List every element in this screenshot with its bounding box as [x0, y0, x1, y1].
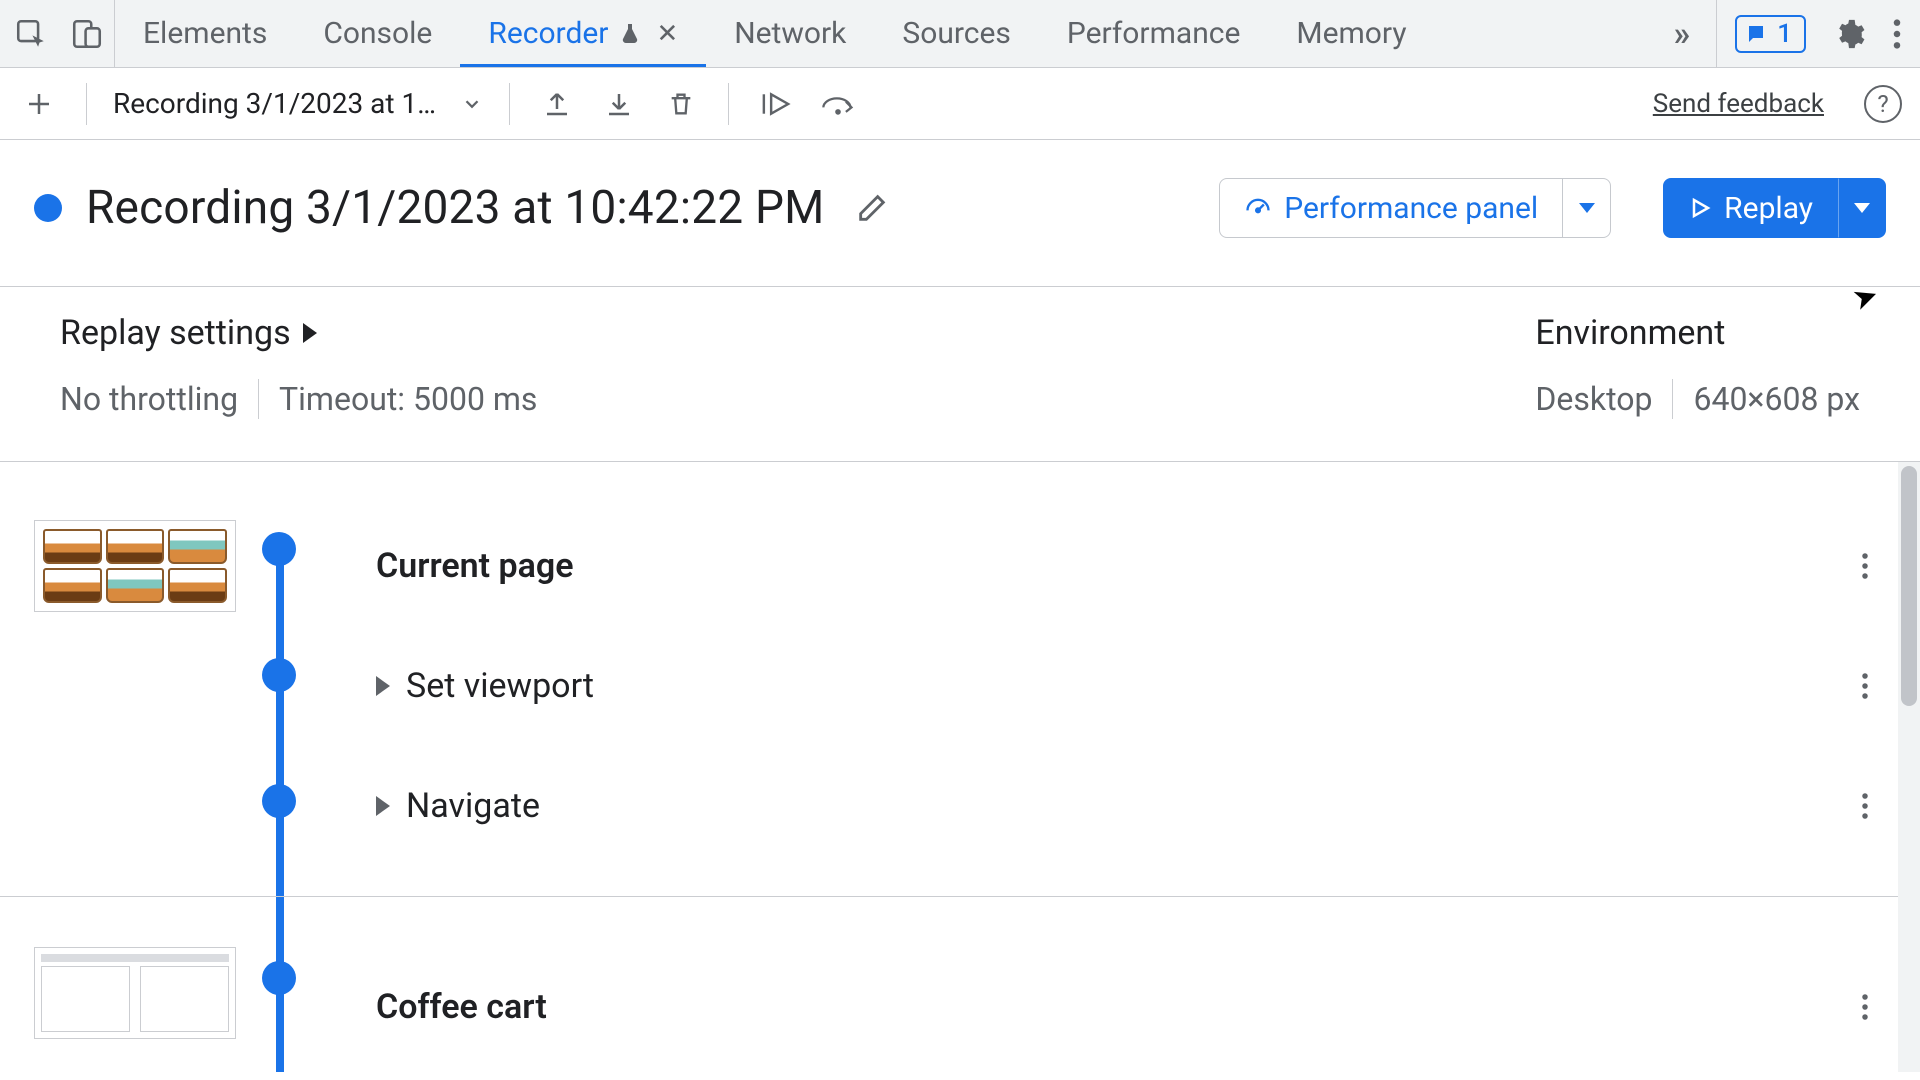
recorder-toolbar: Recording 3/1/2023 at 10… Send feedback … [0, 68, 1920, 140]
step-current-page[interactable]: Current page [300, 506, 1920, 626]
recording-title: Recording 3/1/2023 at 10:42:22 PM [86, 181, 825, 235]
chevron-right-icon [376, 796, 390, 816]
recording-selector[interactable]: Recording 3/1/2023 at 10… [113, 87, 483, 120]
step-block: Coffee cart [0, 897, 1920, 1072]
tab-recorder[interactable]: Recorder ✕ [460, 0, 706, 67]
flask-icon [618, 22, 642, 46]
step-coffee-cart[interactable]: Coffee cart [300, 947, 1920, 1067]
environment-values: Desktop 640×608 px [1535, 379, 1860, 419]
replay-dropdown[interactable] [1838, 178, 1886, 238]
environment-title: Environment [1535, 313, 1860, 353]
step-thumbnail[interactable] [34, 520, 236, 612]
settings-gear-icon[interactable] [1832, 17, 1866, 51]
tab-performance[interactable]: Performance [1039, 0, 1269, 67]
step-menu-icon[interactable] [1860, 791, 1870, 821]
step-menu-icon[interactable] [1860, 992, 1870, 1022]
issues-count: 1 [1777, 19, 1792, 49]
step-set-viewport[interactable]: Set viewport [300, 626, 1920, 746]
inspect-element-icon[interactable] [14, 17, 48, 51]
performance-panel-button-group: Performance panel [1219, 178, 1611, 238]
caret-down-icon [1579, 203, 1595, 213]
tab-elements[interactable]: Elements [115, 0, 295, 67]
performance-panel-button[interactable]: Performance panel [1219, 178, 1563, 238]
device-value: Desktop [1535, 380, 1652, 418]
edit-title-icon[interactable] [855, 191, 889, 225]
divider [1672, 379, 1673, 419]
viewport-value: 640×608 px [1693, 380, 1860, 418]
import-icon[interactable] [598, 83, 640, 125]
divider [728, 83, 729, 125]
export-icon[interactable] [536, 83, 578, 125]
chevron-right-icon [303, 323, 317, 343]
tab-console[interactable]: Console [295, 0, 460, 67]
steps-scroll[interactable]: Current page Set viewport Navigate [0, 502, 1920, 1072]
issues-badge[interactable]: 1 [1735, 15, 1806, 53]
tab-memory[interactable]: Memory [1268, 0, 1434, 67]
step-block: Current page Set viewport Navigate [0, 502, 1920, 896]
timeline-line [276, 542, 284, 896]
tabstrip-left-icons [0, 0, 115, 67]
help-icon[interactable]: ? [1864, 85, 1902, 123]
replay-button-group: Replay [1635, 178, 1886, 238]
throttling-value: No throttling [60, 380, 238, 418]
step-menu-icon[interactable] [1860, 671, 1870, 701]
status-dot-icon [34, 194, 62, 222]
tab-network[interactable]: Network [706, 0, 874, 67]
recording-selector-label: Recording 3/1/2023 at 10… [113, 87, 443, 120]
divider [258, 379, 259, 419]
more-menu-icon[interactable] [1892, 17, 1902, 51]
caret-down-icon [1854, 203, 1870, 213]
continue-icon[interactable] [755, 83, 797, 125]
divider [86, 83, 87, 125]
timeline-node-icon [262, 532, 296, 566]
recording-header: Recording 3/1/2023 at 10:42:22 PM Perfor… [0, 140, 1920, 287]
timeline-node-icon [262, 784, 296, 818]
replay-settings-toggle[interactable]: Replay settings [60, 313, 1535, 353]
replay-settings-section: Replay settings No throttling Timeout: 5… [60, 313, 1535, 419]
gauge-icon [1244, 194, 1272, 222]
delete-icon[interactable] [660, 83, 702, 125]
tab-sources[interactable]: Sources [874, 0, 1038, 67]
device-toolbar-icon[interactable] [70, 17, 104, 51]
timeline-node-icon [262, 658, 296, 692]
play-icon [1688, 196, 1712, 220]
performance-panel-dropdown[interactable] [1563, 178, 1611, 238]
step-navigate[interactable]: Navigate [300, 746, 1920, 866]
chevron-right-icon [376, 676, 390, 696]
settings-strip: Replay settings No throttling Timeout: 5… [0, 287, 1920, 462]
tabstrip-right: 1 [1716, 0, 1920, 67]
step-menu-icon[interactable] [1860, 551, 1870, 581]
close-tab-icon[interactable]: ✕ [652, 19, 678, 49]
step-thumbnail[interactable] [34, 947, 236, 1039]
chevron-down-icon [461, 93, 483, 115]
steps-area: Current page Set viewport Navigate [0, 462, 1920, 1072]
devtools-tabstrip: Elements Console Recorder ✕ Network Sour… [0, 0, 1920, 68]
panel-tabs: Elements Console Recorder ✕ Network Sour… [115, 0, 1647, 67]
replay-settings-values: No throttling Timeout: 5000 ms [60, 379, 1535, 419]
tabs-overflow-icon[interactable]: » [1647, 0, 1716, 67]
timeout-value: Timeout: 5000 ms [279, 380, 537, 418]
timeline-node-icon [262, 961, 296, 995]
divider [509, 83, 510, 125]
step-over-icon[interactable] [817, 83, 859, 125]
new-recording-button[interactable] [18, 83, 60, 125]
replay-button[interactable]: Replay [1663, 178, 1838, 238]
environment-section: Environment Desktop 640×608 px [1535, 313, 1860, 419]
send-feedback-link[interactable]: Send feedback [1653, 89, 1824, 119]
